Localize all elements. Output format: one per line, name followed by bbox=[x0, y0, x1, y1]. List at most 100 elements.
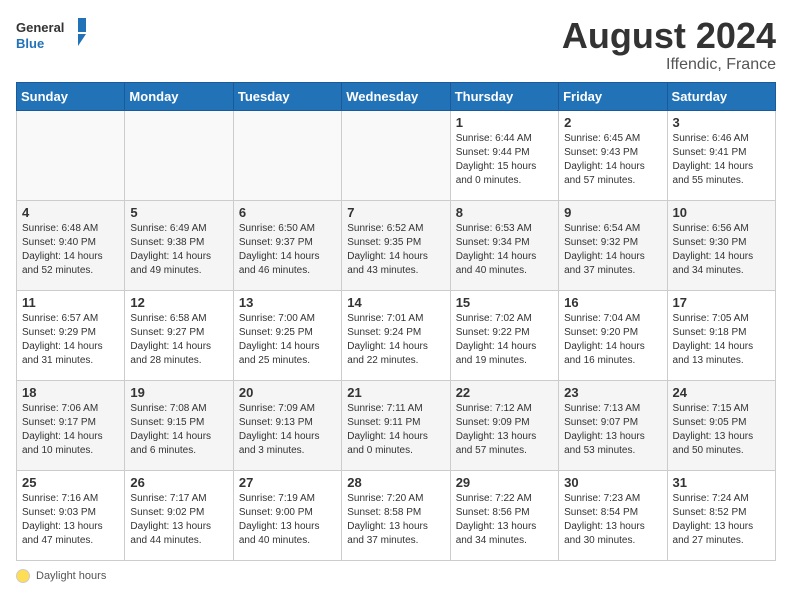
day-number: 4 bbox=[22, 205, 119, 220]
day-info: Sunrise: 6:45 AM Sunset: 9:43 PM Dayligh… bbox=[564, 132, 661, 188]
calendar-cell-w3-d7: 17Sunrise: 7:05 AM Sunset: 9:18 PM Dayli… bbox=[667, 290, 775, 380]
calendar-cell-w1-d7: 3 Sunrise: 6:46 AM Sunset: 9:41 PM Daylig… bbox=[667, 110, 775, 200]
day-number: 1 bbox=[456, 115, 553, 130]
calendar-week-3: 11Sunrise: 6:57 AM Sunset: 9:29 PM Dayli… bbox=[17, 290, 776, 380]
calendar-cell-w2-d7: 10Sunrise: 6:56 AM Sunset: 9:30 PM Dayli… bbox=[667, 200, 775, 290]
day-info: Sunrise: 7:00 AM Sunset: 9:25 PM Dayligh… bbox=[239, 312, 336, 368]
header-tuesday: Tuesday bbox=[233, 82, 341, 110]
day-info: Sunrise: 7:02 AM Sunset: 9:22 PM Dayligh… bbox=[456, 312, 553, 368]
calendar-table: Sunday Monday Tuesday Wednesday Thursday… bbox=[16, 82, 776, 561]
day-number: 31 bbox=[673, 475, 770, 490]
day-number: 25 bbox=[22, 475, 119, 490]
calendar-cell-w4-d3: 20 Sunrise: 7:09 AM Sunset: 9:13 PM Dayli… bbox=[233, 380, 341, 470]
day-number: 14 bbox=[347, 295, 444, 310]
header-friday: Friday bbox=[559, 82, 667, 110]
day-info: Sunrise: 7:11 AM Sunset: 9:11 PM Dayligh… bbox=[347, 402, 444, 458]
calendar-cell-w4-d2: 19 Sunrise: 7:08 AM Sunset: 9:15 PM Dayli… bbox=[125, 380, 233, 470]
calendar-cell-w3-d6: 16Sunrise: 7:04 AM Sunset: 9:20 PM Dayli… bbox=[559, 290, 667, 380]
calendar-cell-w1-d4 bbox=[342, 110, 450, 200]
logo: General Blue bbox=[16, 16, 86, 56]
day-number: 20 bbox=[239, 385, 336, 400]
calendar-cell-w4-d6: 23Sunrise: 7:13 AM Sunset: 9:07 PM Dayli… bbox=[559, 380, 667, 470]
legend: Daylight hours bbox=[16, 569, 776, 583]
calendar-cell-w2-d1: 4 Sunrise: 6:48 AM Sunset: 9:40 PM Daylig… bbox=[17, 200, 125, 290]
calendar-cell-w1-d6: 2 Sunrise: 6:45 AM Sunset: 9:43 PM Daylig… bbox=[559, 110, 667, 200]
day-info: Sunrise: 6:46 AM Sunset: 9:41 PM Dayligh… bbox=[673, 132, 770, 188]
day-number: 16 bbox=[564, 295, 661, 310]
day-number: 2 bbox=[564, 115, 661, 130]
calendar-header-row: Sunday Monday Tuesday Wednesday Thursday… bbox=[17, 82, 776, 110]
day-number: 15 bbox=[456, 295, 553, 310]
day-number: 22 bbox=[456, 385, 553, 400]
day-info: Sunrise: 6:56 AM Sunset: 9:30 PM Dayligh… bbox=[673, 222, 770, 278]
day-info: Sunrise: 7:01 AM Sunset: 9:24 PM Dayligh… bbox=[347, 312, 444, 368]
logo-svg: General Blue bbox=[16, 16, 86, 56]
calendar-cell-w4-d5: 22 Sunrise: 7:12 AM Sunset: 9:09 PM Dayli… bbox=[450, 380, 558, 470]
day-info: Sunrise: 6:58 AM Sunset: 9:27 PM Dayligh… bbox=[130, 312, 227, 368]
day-info: Sunrise: 7:20 AM Sunset: 8:58 PM Dayligh… bbox=[347, 492, 444, 548]
day-number: 29 bbox=[456, 475, 553, 490]
day-info: Sunrise: 6:49 AM Sunset: 9:38 PM Dayligh… bbox=[130, 222, 227, 278]
day-number: 24 bbox=[673, 385, 770, 400]
day-info: Sunrise: 7:06 AM Sunset: 9:17 PM Dayligh… bbox=[22, 402, 119, 458]
calendar-week-2: 4 Sunrise: 6:48 AM Sunset: 9:40 PM Daylig… bbox=[17, 200, 776, 290]
day-info: Sunrise: 6:44 AM Sunset: 9:44 PM Dayligh… bbox=[456, 132, 553, 188]
calendar-cell-w4-d7: 24 Sunrise: 7:15 AM Sunset: 9:05 PM Dayli… bbox=[667, 380, 775, 470]
day-number: 28 bbox=[347, 475, 444, 490]
day-info: Sunrise: 6:48 AM Sunset: 9:40 PM Dayligh… bbox=[22, 222, 119, 278]
header-wednesday: Wednesday bbox=[342, 82, 450, 110]
day-info: Sunrise: 6:54 AM Sunset: 9:32 PM Dayligh… bbox=[564, 222, 661, 278]
day-number: 9 bbox=[564, 205, 661, 220]
day-info: Sunrise: 6:52 AM Sunset: 9:35 PM Dayligh… bbox=[347, 222, 444, 278]
calendar-cell-w2-d6: 9 Sunrise: 6:54 AM Sunset: 9:32 PM Daylig… bbox=[559, 200, 667, 290]
day-number: 26 bbox=[130, 475, 227, 490]
day-number: 6 bbox=[239, 205, 336, 220]
calendar-cell-w1-d5: 1 Sunrise: 6:44 AM Sunset: 9:44 PM Daylig… bbox=[450, 110, 558, 200]
calendar-cell-w5-d4: 28 Sunrise: 7:20 AM Sunset: 8:58 PM Dayli… bbox=[342, 470, 450, 560]
day-number: 18 bbox=[22, 385, 119, 400]
day-number: 27 bbox=[239, 475, 336, 490]
day-info: Sunrise: 7:08 AM Sunset: 9:15 PM Dayligh… bbox=[130, 402, 227, 458]
calendar-week-5: 25 Sunrise: 7:16 AM Sunset: 9:03 PM Dayli… bbox=[17, 470, 776, 560]
day-info: Sunrise: 7:23 AM Sunset: 8:54 PM Dayligh… bbox=[564, 492, 661, 548]
calendar-cell-w4-d4: 21 Sunrise: 7:11 AM Sunset: 9:11 PM Dayli… bbox=[342, 380, 450, 470]
day-info: Sunrise: 7:15 AM Sunset: 9:05 PM Dayligh… bbox=[673, 402, 770, 458]
calendar-cell-w3-d2: 12Sunrise: 6:58 AM Sunset: 9:27 PM Dayli… bbox=[125, 290, 233, 380]
calendar-cell-w5-d7: 31 Sunrise: 7:24 AM Sunset: 8:52 PM Dayli… bbox=[667, 470, 775, 560]
day-number: 21 bbox=[347, 385, 444, 400]
day-info: Sunrise: 7:24 AM Sunset: 8:52 PM Dayligh… bbox=[673, 492, 770, 548]
calendar-week-1: 1 Sunrise: 6:44 AM Sunset: 9:44 PM Daylig… bbox=[17, 110, 776, 200]
day-info: Sunrise: 7:12 AM Sunset: 9:09 PM Dayligh… bbox=[456, 402, 553, 458]
header-monday: Monday bbox=[125, 82, 233, 110]
calendar-cell-w5-d6: 30Sunrise: 7:23 AM Sunset: 8:54 PM Dayli… bbox=[559, 470, 667, 560]
day-number: 8 bbox=[456, 205, 553, 220]
calendar-cell-w1-d2 bbox=[125, 110, 233, 200]
day-info: Sunrise: 7:09 AM Sunset: 9:13 PM Dayligh… bbox=[239, 402, 336, 458]
day-number: 3 bbox=[673, 115, 770, 130]
day-info: Sunrise: 7:22 AM Sunset: 8:56 PM Dayligh… bbox=[456, 492, 553, 548]
calendar-cell-w2-d3: 6 Sunrise: 6:50 AM Sunset: 9:37 PM Daylig… bbox=[233, 200, 341, 290]
day-number: 13 bbox=[239, 295, 336, 310]
day-number: 11 bbox=[22, 295, 119, 310]
day-info: Sunrise: 7:16 AM Sunset: 9:03 PM Dayligh… bbox=[22, 492, 119, 548]
location-subtitle: Iffendic, France bbox=[562, 56, 776, 74]
day-number: 19 bbox=[130, 385, 227, 400]
header-sunday: Sunday bbox=[17, 82, 125, 110]
calendar-cell-w3-d4: 14 Sunrise: 7:01 AM Sunset: 9:24 PM Dayli… bbox=[342, 290, 450, 380]
day-info: Sunrise: 7:17 AM Sunset: 9:02 PM Dayligh… bbox=[130, 492, 227, 548]
day-info: Sunrise: 6:50 AM Sunset: 9:37 PM Dayligh… bbox=[239, 222, 336, 278]
calendar-cell-w4-d1: 18 Sunrise: 7:06 AM Sunset: 9:17 PM Dayli… bbox=[17, 380, 125, 470]
calendar-week-4: 18 Sunrise: 7:06 AM Sunset: 9:17 PM Dayli… bbox=[17, 380, 776, 470]
calendar-cell-w5-d5: 29 Sunrise: 7:22 AM Sunset: 8:56 PM Dayli… bbox=[450, 470, 558, 560]
calendar-cell-w1-d3 bbox=[233, 110, 341, 200]
day-info: Sunrise: 7:13 AM Sunset: 9:07 PM Dayligh… bbox=[564, 402, 661, 458]
calendar-cell-w1-d1 bbox=[17, 110, 125, 200]
svg-text:Blue: Blue bbox=[16, 36, 44, 51]
calendar-cell-w3-d5: 15 Sunrise: 7:02 AM Sunset: 9:22 PM Dayli… bbox=[450, 290, 558, 380]
day-number: 17 bbox=[673, 295, 770, 310]
calendar-cell-w2-d5: 8Sunrise: 6:53 AM Sunset: 9:34 PM Daylig… bbox=[450, 200, 558, 290]
legend-label: Daylight hours bbox=[36, 570, 106, 582]
legend-icon bbox=[16, 569, 30, 583]
calendar-cell-w2-d2: 5Sunrise: 6:49 AM Sunset: 9:38 PM Daylig… bbox=[125, 200, 233, 290]
calendar-cell-w5-d2: 26 Sunrise: 7:17 AM Sunset: 9:02 PM Dayli… bbox=[125, 470, 233, 560]
